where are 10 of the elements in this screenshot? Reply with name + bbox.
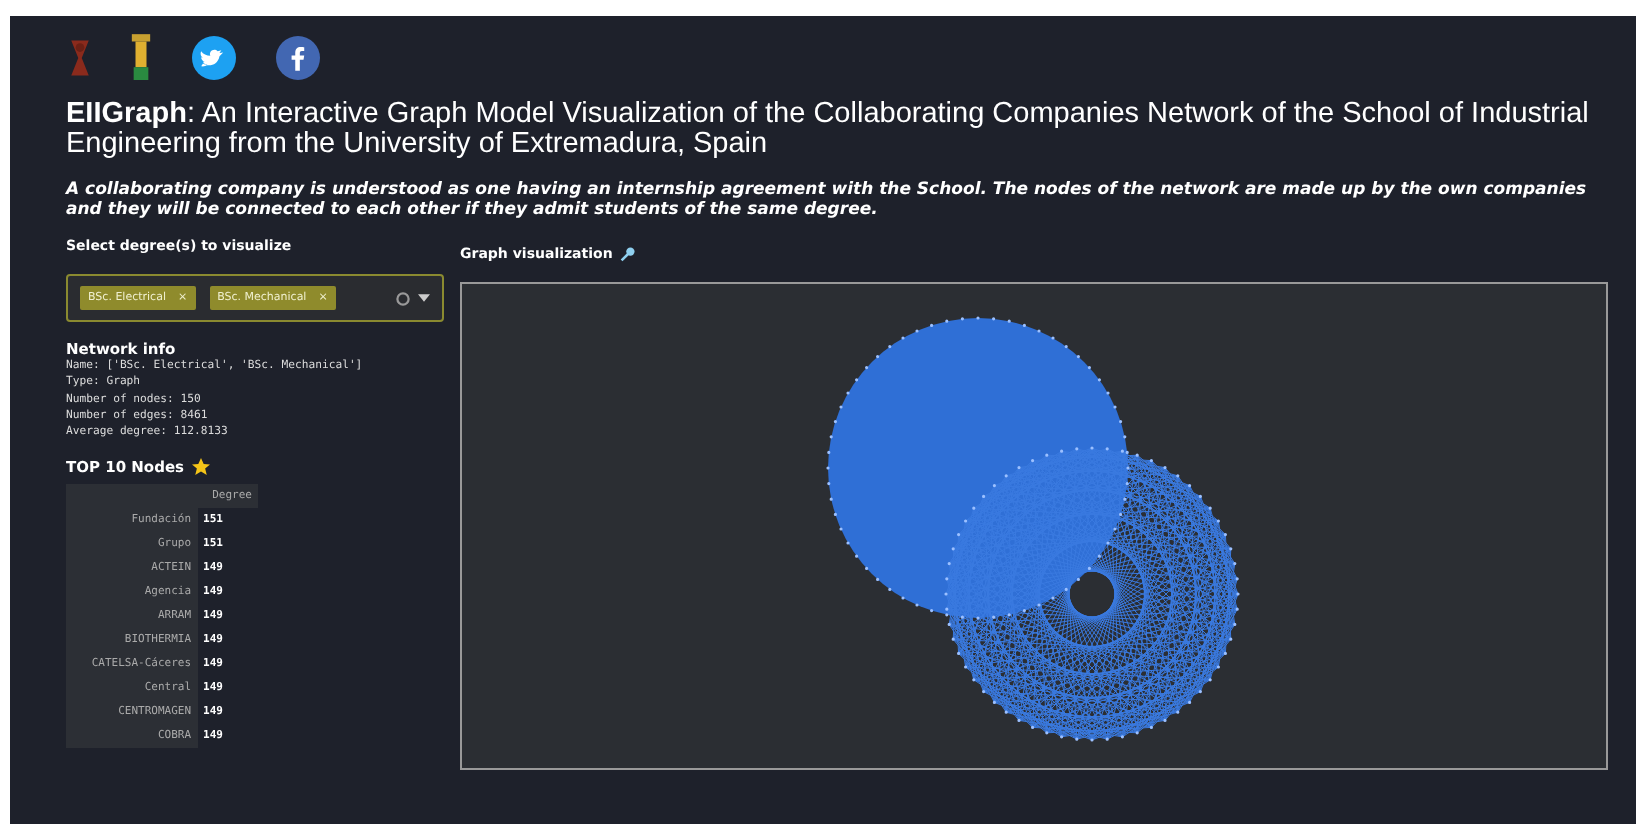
caret-icon[interactable] bbox=[418, 294, 430, 302]
page-title: EIIGraph: An Interactive Graph Model Visualization of the Collaborating Companies Network of the School of Industrial Engineering from the University of Extremadura, Spain bbox=[66, 100, 1591, 160]
twitter-icon[interactable] bbox=[192, 36, 236, 80]
clear-icon[interactable] bbox=[396, 291, 410, 305]
emblem-icon bbox=[66, 36, 94, 80]
description: A collaborating company is understood as one having an internship agreement with the School. The nodes of the network are made up by the own companies and they will be connected to each other if they admit students of the same degree. bbox=[66, 180, 1589, 220]
star-icon bbox=[192, 458, 210, 477]
column-logo-icon bbox=[130, 34, 152, 82]
facebook-icon[interactable] bbox=[276, 36, 320, 80]
magnifier-icon bbox=[620, 246, 637, 262]
